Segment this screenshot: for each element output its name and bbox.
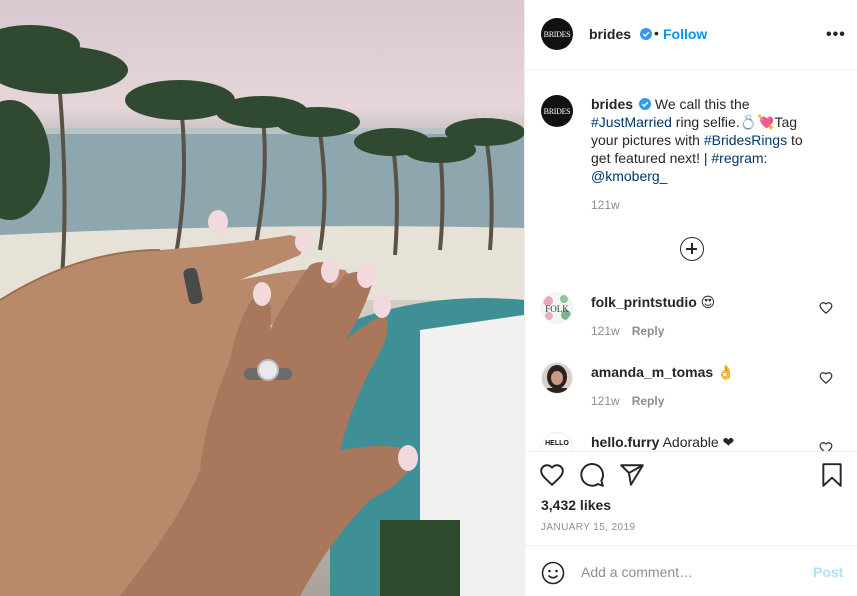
comment-icon[interactable]: [579, 462, 605, 488]
caption-timestamp: 121w: [591, 198, 620, 212]
comment-meta: 121w Reply: [591, 324, 664, 338]
photo-illustration: [0, 25, 524, 596]
person-avatar-icon: [542, 363, 572, 393]
action-bar: 3,432 likes JANUARY 15, 2019: [525, 451, 857, 545]
post-photo[interactable]: [0, 0, 524, 596]
comment-timestamp: 121w: [591, 394, 620, 408]
avatar-text: BRIDES: [543, 106, 571, 116]
emoji-icon[interactable]: [541, 561, 565, 585]
comments-section[interactable]: BRIDES brides We call this the #JustMarr…: [525, 71, 857, 451]
commenter-avatar[interactable]: [541, 362, 573, 394]
commenter-avatar[interactable]: FOLK: [541, 292, 573, 324]
caption-author-avatar[interactable]: BRIDES: [541, 95, 573, 127]
commenter-avatar[interactable]: HELLO: [541, 432, 573, 451]
comment-body: Adorable ❤: [659, 434, 735, 450]
commenter-username[interactable]: folk_printstudio: [591, 294, 697, 310]
comment-text: hello.furry Adorable ❤: [591, 434, 734, 451]
floral-avatar-icon: FOLK: [543, 295, 571, 320]
comment-item: HELLO hello.furry Adorable ❤: [525, 432, 857, 451]
heart-icon[interactable]: [819, 441, 833, 451]
heart-icon[interactable]: [819, 371, 833, 385]
avatar-text: HELLO: [545, 440, 569, 447]
hashtag-link[interactable]: #regram: [711, 150, 763, 166]
post-caption: brides We call this the #JustMarried rin…: [591, 95, 823, 185]
follow-button[interactable]: Follow: [663, 26, 707, 42]
more-options-icon[interactable]: •••: [826, 26, 846, 44]
verified-badge-icon: [639, 98, 652, 110]
hashtag-link[interactable]: #BridesRings: [704, 132, 787, 148]
caption-text: :: [763, 150, 768, 166]
author-avatar[interactable]: BRIDES: [541, 18, 573, 50]
caption-username[interactable]: brides: [591, 96, 633, 112]
heart-icon[interactable]: [819, 301, 833, 315]
avatar-text: BRIDES: [543, 29, 571, 39]
mention-link[interactable]: @kmoberg_: [591, 168, 667, 184]
comment-text: folk_printstudio 😍: [591, 294, 715, 311]
comment-item: amanda_m_tomas 👌 121w Reply: [525, 362, 857, 432]
bookmark-icon[interactable]: [819, 462, 845, 488]
post-header: BRIDES brides • Follow •••: [525, 0, 857, 70]
comment-body: 👌: [713, 364, 735, 380]
post-comment-button[interactable]: Post: [813, 564, 843, 580]
plus-circle-icon[interactable]: [680, 237, 704, 261]
avatar-text: FOLK: [545, 304, 569, 314]
comment-item: FOLK folk_printstudio 😍 121w Reply: [525, 292, 857, 362]
reply-button[interactable]: Reply: [632, 394, 665, 408]
separator-dot: •: [654, 25, 659, 41]
hashtag-link[interactable]: #JustMarried: [591, 114, 672, 130]
post-date: JANUARY 15, 2019: [541, 522, 636, 533]
hello-avatar-icon: HELLO: [545, 440, 569, 447]
author-username[interactable]: brides: [589, 26, 631, 42]
commenter-username[interactable]: amanda_m_tomas: [591, 364, 713, 380]
heart-icon[interactable]: [539, 462, 565, 488]
commenter-username[interactable]: hello.furry: [591, 434, 659, 450]
comment-text: amanda_m_tomas 👌: [591, 364, 735, 381]
instagram-post-modal: BRIDES brides • Follow ••• BRIDES brides…: [0, 0, 857, 596]
comment-body: 😍: [696, 294, 716, 310]
comment-timestamp: 121w: [591, 324, 620, 338]
share-icon[interactable]: [619, 462, 645, 488]
comment-meta: 121w Reply: [591, 394, 664, 408]
comment-input[interactable]: [581, 562, 801, 582]
post-sidebar: BRIDES brides • Follow ••• BRIDES brides…: [524, 0, 857, 596]
caption-text: We call this the: [651, 96, 750, 112]
likes-count[interactable]: 3,432 likes: [541, 497, 611, 513]
verified-badge-icon: [640, 28, 652, 40]
reply-button[interactable]: Reply: [632, 324, 665, 338]
add-comment-bar: Post: [525, 545, 857, 596]
